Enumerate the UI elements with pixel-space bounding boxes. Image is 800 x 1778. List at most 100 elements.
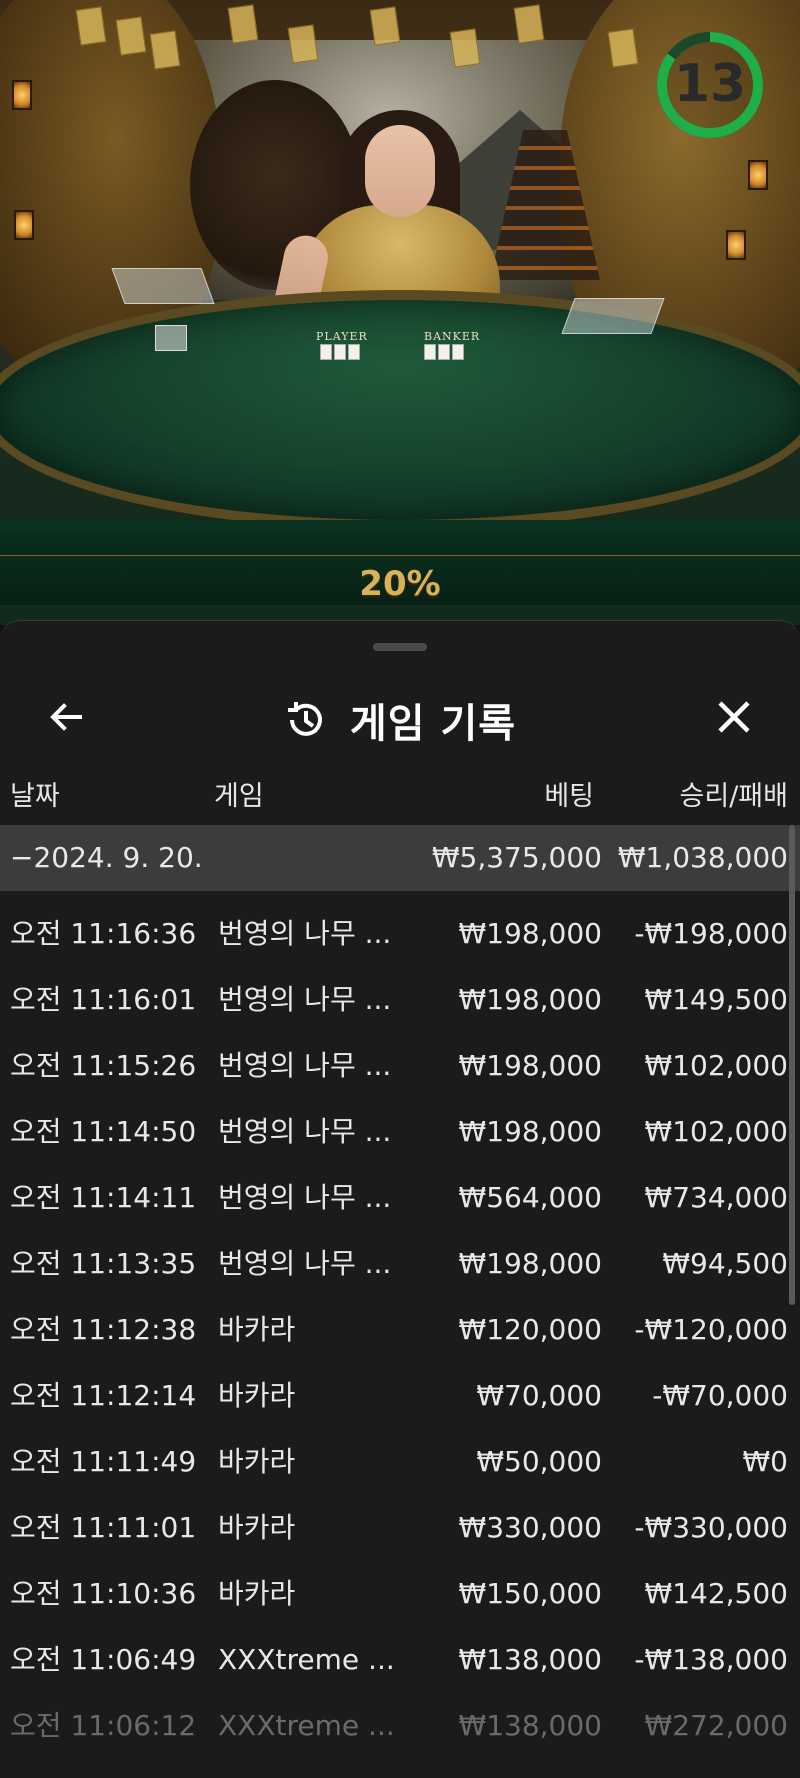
- row-bet: ₩198,000: [458, 1049, 602, 1082]
- hanging-card: [513, 4, 545, 44]
- row-game: 번영의 나무 ...: [218, 1247, 392, 1280]
- row-result: ₩102,000: [644, 1115, 788, 1148]
- summary-result: ₩1,038,000: [617, 841, 788, 874]
- row-bet: ₩50,000: [476, 1445, 602, 1478]
- hanging-card: [149, 30, 181, 70]
- history-row[interactable]: 오전 11:10:36 바카라 ₩150,000 ₩142,500: [0, 1561, 800, 1627]
- card-shoe-right: [561, 298, 665, 334]
- row-time: 오전 11:14:50: [10, 1115, 197, 1148]
- row-time: 오전 11:11:01: [10, 1511, 197, 1544]
- row-game: XXXtreme ...: [218, 1643, 395, 1676]
- row-result: ₩734,000: [644, 1181, 788, 1214]
- player-label: PLAYER: [316, 330, 368, 343]
- history-list: −2024. 9. 20. ₩5,375,000 ₩1,038,000 오전 1…: [0, 825, 800, 1759]
- row-result: ₩272,000: [644, 1709, 788, 1742]
- row-time: 오전 11:15:26: [10, 1049, 197, 1082]
- column-header-date[interactable]: 날짜: [10, 767, 60, 827]
- history-icon: [287, 702, 322, 736]
- row-time: 오전 11:16:36: [10, 917, 197, 950]
- history-row[interactable]: 오전 11:14:50 번영의 나무 ... ₩198,000 ₩102,000: [0, 1099, 800, 1165]
- row-bet: ₩120,000: [458, 1313, 602, 1346]
- history-row[interactable]: 오전 11:16:36 번영의 나무 ... ₩198,000 -₩198,00…: [0, 901, 800, 967]
- row-result: -₩70,000: [652, 1379, 788, 1412]
- row-bet: ₩198,000: [458, 1247, 602, 1280]
- history-row[interactable]: 오전 11:06:49 XXXtreme ... ₩138,000 -₩138,…: [0, 1627, 800, 1693]
- row-result: -₩330,000: [634, 1511, 788, 1544]
- banker-card: [452, 344, 464, 360]
- close-button[interactable]: [706, 689, 762, 745]
- live-video: PLAYER BANKER 20% 13: [0, 0, 800, 625]
- discard-tray: [155, 325, 187, 351]
- history-row[interactable]: 오전 11:14:11 번영의 나무 ... ₩564,000 ₩734,000: [0, 1165, 800, 1231]
- column-header-game[interactable]: 게임: [214, 767, 264, 827]
- row-result: ₩102,000: [644, 1049, 788, 1082]
- baccarat-table: [0, 290, 800, 530]
- row-game: 번영의 나무 ...: [218, 983, 392, 1016]
- card-shoe-left: [111, 268, 215, 304]
- history-row[interactable]: 오전 11:13:35 번영의 나무 ... ₩198,000 ₩94,500: [0, 1231, 800, 1297]
- row-game: 바카라: [218, 1445, 296, 1478]
- row-bet: ₩198,000: [458, 983, 602, 1016]
- row-time: 오전 11:11:49: [10, 1445, 197, 1478]
- row-bet: ₩564,000: [458, 1181, 602, 1214]
- row-bet: ₩138,000: [458, 1643, 602, 1676]
- row-result: ₩0: [742, 1445, 789, 1478]
- row-game: 바카라: [218, 1511, 296, 1544]
- game-history-panel: 게임 기록 날짜 게임 베팅 승리/패배 −2024. 9. 20. ₩5,37…: [0, 620, 800, 1778]
- row-game: 번영의 나무 ...: [218, 917, 392, 950]
- panel-title: 게임 기록: [349, 701, 517, 747]
- history-row[interactable]: 오전 11:06:12 XXXtreme ... ₩138,000 ₩272,0…: [0, 1693, 800, 1759]
- row-game: 바카라: [218, 1313, 296, 1346]
- row-time: 오전 11:16:01: [10, 983, 197, 1016]
- row-result: ₩94,500: [662, 1247, 788, 1280]
- row-result: ₩149,500: [644, 983, 788, 1016]
- row-game: 바카라: [218, 1379, 296, 1412]
- row-bet: ₩150,000: [458, 1577, 602, 1610]
- history-row[interactable]: 오전 11:11:01 바카라 ₩330,000 -₩330,000: [0, 1495, 800, 1561]
- player-card: [348, 344, 360, 360]
- row-time: 오전 11:10:36: [10, 1577, 197, 1610]
- summary-date: −2024. 9. 20.: [10, 841, 203, 874]
- row-spacer: [0, 891, 800, 901]
- row-game: 번영의 나무 ...: [218, 1115, 392, 1148]
- hanging-card: [227, 4, 259, 44]
- row-game: 바카라: [218, 1577, 296, 1610]
- hanging-card: [607, 28, 639, 68]
- column-header-bet[interactable]: 베팅: [544, 767, 594, 827]
- lantern: [12, 80, 32, 110]
- row-game: 번영의 나무 ...: [218, 1181, 392, 1214]
- timer-value: 13: [673, 54, 747, 114]
- lantern: [14, 210, 34, 240]
- row-game: XXXtreme ...: [218, 1709, 395, 1742]
- row-result: -₩138,000: [634, 1643, 788, 1676]
- column-header-result[interactable]: 승리/패배: [680, 767, 788, 827]
- hanging-card: [115, 16, 147, 56]
- hanging-card: [287, 24, 319, 64]
- date-summary-row[interactable]: −2024. 9. 20. ₩5,375,000 ₩1,038,000: [0, 825, 800, 891]
- history-row[interactable]: 오전 11:11:49 바카라 ₩50,000 ₩0: [0, 1429, 800, 1495]
- history-row[interactable]: 오전 11:12:14 바카라 ₩70,000 -₩70,000: [0, 1363, 800, 1429]
- hanging-card: [369, 6, 401, 46]
- row-result: -₩198,000: [634, 917, 788, 950]
- banker-card: [424, 344, 436, 360]
- row-result: -₩120,000: [634, 1313, 788, 1346]
- row-bet: ₩330,000: [458, 1511, 602, 1544]
- hanging-card: [75, 6, 107, 46]
- history-row[interactable]: 오전 11:15:26 번영의 나무 ... ₩198,000 ₩102,000: [0, 1033, 800, 1099]
- history-row[interactable]: 오전 11:16:01 번영의 나무 ... ₩198,000 ₩149,500: [0, 967, 800, 1033]
- player-card: [334, 344, 346, 360]
- payout-bar: 20%: [0, 555, 800, 605]
- row-time: 오전 11:12:38: [10, 1313, 197, 1346]
- row-time: 오전 11:14:11: [10, 1181, 197, 1214]
- close-icon: [718, 701, 750, 733]
- panel-header: 게임 기록: [0, 661, 800, 771]
- row-bet: ₩138,000: [458, 1709, 602, 1742]
- dealer-face: [365, 125, 435, 217]
- history-row[interactable]: 오전 11:12:38 바카라 ₩120,000 -₩120,000: [0, 1297, 800, 1363]
- scrollbar[interactable]: [789, 825, 795, 1305]
- row-bet: ₩70,000: [476, 1379, 602, 1412]
- drag-handle[interactable]: [373, 643, 427, 651]
- row-time: 오전 11:13:35: [10, 1247, 197, 1280]
- payout-percent: 20%: [359, 564, 441, 604]
- hanging-card: [449, 28, 481, 68]
